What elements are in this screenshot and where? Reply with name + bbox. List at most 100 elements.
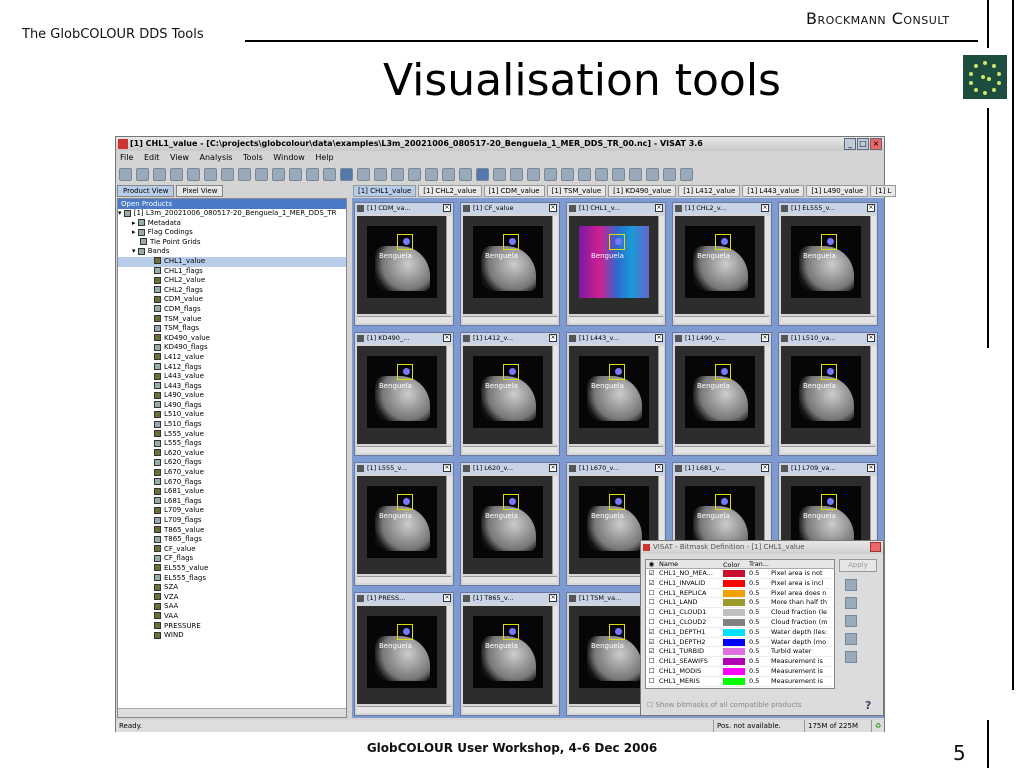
help-icon[interactable]: ? bbox=[865, 699, 871, 712]
satellite-image[interactable]: Benguela bbox=[357, 346, 447, 444]
close-icon[interactable]: × bbox=[549, 204, 557, 212]
satellite-image[interactable]: Benguela bbox=[781, 216, 871, 314]
open-icon[interactable] bbox=[136, 167, 149, 181]
tree-band-item[interactable]: L555_flags bbox=[118, 439, 346, 449]
pin-icon[interactable] bbox=[509, 628, 516, 635]
table-row[interactable]: ☐ CHL1_CLOUD2 0.5 Cloud fraction (m bbox=[646, 618, 834, 628]
tree-node-flag-codings[interactable]: ▸ Flag Codings bbox=[118, 228, 346, 238]
close-icon[interactable]: × bbox=[761, 334, 769, 342]
bitmask-color[interactable] bbox=[721, 589, 747, 598]
apply-button[interactable]: Apply bbox=[839, 559, 877, 572]
pin-icon[interactable] bbox=[509, 498, 516, 505]
tree-band-item[interactable]: KD490_value bbox=[118, 334, 346, 344]
menu-file[interactable]: File bbox=[120, 153, 133, 162]
grid-icon[interactable] bbox=[340, 167, 353, 181]
vertical-scrollbar[interactable] bbox=[446, 216, 452, 314]
image-view-window[interactable]: [1] PRESS... × Benguela bbox=[354, 592, 454, 716]
image-view-title[interactable]: [1] L490_v... bbox=[673, 333, 771, 344]
close-product-icon[interactable] bbox=[170, 167, 183, 181]
close-icon[interactable]: × bbox=[443, 334, 451, 342]
image-view-icon[interactable] bbox=[221, 167, 234, 181]
close-icon[interactable]: × bbox=[655, 334, 663, 342]
bitmask-color[interactable] bbox=[721, 647, 747, 656]
close-icon[interactable]: × bbox=[867, 204, 875, 212]
horizontal-scrollbar[interactable] bbox=[781, 316, 875, 323]
pin-icon[interactable] bbox=[827, 238, 834, 245]
pin-icon[interactable] bbox=[721, 498, 728, 505]
tree-band-item[interactable]: L709_flags bbox=[118, 516, 346, 526]
horizontal-scrollbar[interactable] bbox=[463, 316, 557, 323]
tree-band-item[interactable]: L555_value bbox=[118, 430, 346, 440]
image-view-title[interactable]: [1] L681_v... bbox=[673, 463, 771, 474]
overlay-icon[interactable] bbox=[323, 167, 336, 181]
satellite-image[interactable]: Benguela bbox=[569, 216, 659, 314]
remove-bitmask-icon[interactable] bbox=[845, 615, 857, 627]
pan-tool-icon[interactable] bbox=[510, 167, 523, 181]
select-tool-icon[interactable] bbox=[476, 167, 489, 181]
horizontal-scrollbar[interactable] bbox=[463, 446, 557, 453]
table-row[interactable]: ☐ CHL1_REPLICA 0.5 Pixel area does n bbox=[646, 589, 834, 599]
delete-figure-icon[interactable] bbox=[629, 167, 642, 181]
tree-band-item[interactable]: SZA bbox=[118, 583, 346, 593]
image-view-title[interactable]: [1] L443_v... bbox=[567, 333, 665, 344]
histogram-icon[interactable] bbox=[255, 167, 268, 181]
move-up-icon[interactable] bbox=[845, 651, 857, 663]
view-tab[interactable]: [1] KD490_value bbox=[608, 185, 677, 197]
satellite-image[interactable]: Benguela bbox=[569, 346, 659, 444]
close-icon[interactable]: × bbox=[761, 464, 769, 472]
view-tab[interactable]: [1] L443_value bbox=[742, 185, 805, 197]
bitmask-color[interactable] bbox=[721, 638, 747, 647]
visibility-checkbox[interactable]: ☑ bbox=[646, 647, 657, 656]
pin-icon[interactable] bbox=[403, 238, 410, 245]
pin-icon[interactable] bbox=[509, 238, 516, 245]
bitmask-transparency[interactable]: 0.5 bbox=[747, 638, 769, 647]
info-icon[interactable] bbox=[204, 167, 217, 181]
vertical-scrollbar[interactable] bbox=[870, 216, 876, 314]
bitmask-transparency[interactable]: 0.5 bbox=[747, 579, 769, 588]
image-view-title[interactable]: [1] T865_v... bbox=[461, 593, 559, 604]
bitmask-transparency[interactable]: 0.5 bbox=[747, 598, 769, 607]
help-icon[interactable] bbox=[680, 167, 693, 181]
tree-band-item[interactable]: L443_flags bbox=[118, 382, 346, 392]
tree-band-item[interactable]: CHL1_value bbox=[118, 256, 346, 267]
table-row[interactable]: ☑ CHL1_INVALID 0.5 Pixel area is incl bbox=[646, 579, 834, 589]
satellite-image[interactable]: Benguela bbox=[675, 216, 765, 314]
close-icon[interactable]: × bbox=[443, 204, 451, 212]
new-icon[interactable] bbox=[119, 167, 132, 181]
image-view-window[interactable]: [1] EL555_v... × Benguela bbox=[778, 202, 878, 326]
bitmask-color[interactable] bbox=[721, 579, 747, 588]
satellite-image[interactable]: Benguela bbox=[357, 216, 447, 314]
tree-band-item[interactable]: L681_value bbox=[118, 487, 346, 497]
import-icon[interactable] bbox=[663, 167, 676, 181]
table-row[interactable]: ☐ CHL1_MERIS 0.5 Measurement is bbox=[646, 677, 834, 687]
horizontal-scrollbar[interactable] bbox=[569, 316, 663, 323]
visibility-checkbox[interactable]: ☐ bbox=[646, 608, 657, 617]
maximize-button[interactable]: □ bbox=[857, 138, 869, 150]
image-view-title[interactable]: [1] CDM_va... bbox=[355, 203, 453, 214]
edit-bitmask-icon[interactable] bbox=[845, 597, 857, 609]
visibility-checkbox[interactable]: ☐ bbox=[646, 589, 657, 598]
view-tab[interactable]: [1] L490_value bbox=[806, 185, 869, 197]
view-tab[interactable]: [1] L bbox=[870, 185, 897, 197]
tree-band-item[interactable]: L670_value bbox=[118, 468, 346, 478]
horizontal-scrollbar[interactable] bbox=[357, 706, 451, 713]
satellite-image[interactable]: Benguela bbox=[463, 346, 553, 444]
minimize-button[interactable]: _ bbox=[844, 138, 856, 150]
pin-manager-icon[interactable] bbox=[374, 167, 387, 181]
bitmask-color[interactable] bbox=[721, 618, 747, 627]
world-map-icon[interactable] bbox=[289, 167, 302, 181]
tree-node-metadata[interactable]: ▸ Metadata bbox=[118, 219, 346, 229]
vertical-scrollbar[interactable] bbox=[552, 346, 558, 444]
tree-band-item[interactable]: KD490_flags bbox=[118, 343, 346, 353]
bitmask-color[interactable] bbox=[721, 608, 747, 617]
tree-band-item[interactable]: TSM_value bbox=[118, 315, 346, 325]
menu-window[interactable]: Window bbox=[273, 153, 305, 162]
bitmask-transparency[interactable]: 0.5 bbox=[747, 628, 769, 637]
tree-band-item[interactable]: L490_value bbox=[118, 391, 346, 401]
table-row[interactable]: ☐ CHL1_CLOUD1 0.5 Cloud fraction (le bbox=[646, 608, 834, 618]
import-bitmask-icon[interactable] bbox=[845, 633, 857, 645]
image-view-title[interactable]: [1] L670_v... bbox=[567, 463, 665, 474]
close-icon[interactable]: × bbox=[549, 594, 557, 602]
tree-band-item[interactable]: T865_value bbox=[118, 526, 346, 536]
graticule-icon[interactable] bbox=[357, 167, 370, 181]
